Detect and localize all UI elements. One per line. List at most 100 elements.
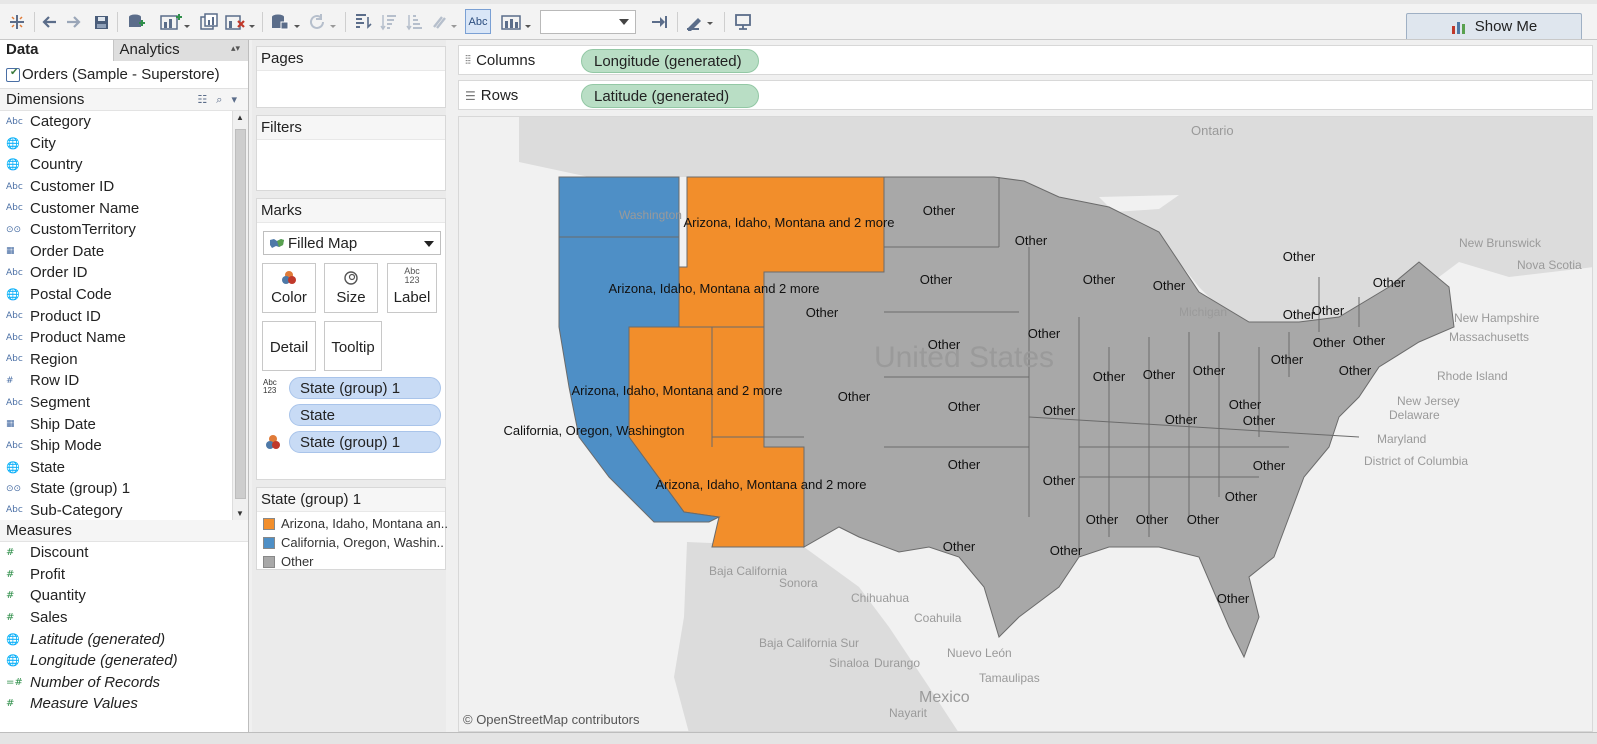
field-name: Customer ID [30, 178, 115, 196]
measure-field[interactable]: 🌐 Latitude (generated) [0, 628, 248, 650]
mark-type-dropdown[interactable]: Filled Map [263, 231, 441, 255]
measure-field[interactable]: # Measure Values [0, 693, 248, 715]
new-datasource-icon[interactable] [124, 10, 148, 34]
color-button[interactable]: Color [262, 263, 316, 313]
dimension-field[interactable]: ▦ Ship Date [0, 413, 248, 435]
legend-item-orange[interactable]: Arizona, Idaho, Montana an.. [263, 516, 448, 531]
dimensions-tools[interactable]: ☷ ⌕ ▾ [197, 93, 240, 107]
mark-pill-detail[interactable]: State [289, 404, 441, 426]
legend-item-other[interactable]: Other [263, 554, 314, 569]
measure-field[interactable]: =# Number of Records [0, 672, 248, 694]
field-name: Order ID [30, 264, 88, 282]
dimension-field[interactable]: 🌐 Postal Code [0, 284, 248, 306]
dimension-field[interactable]: Abc Category [0, 111, 248, 133]
filters-card[interactable]: Filters [256, 115, 446, 191]
undo-icon[interactable] [38, 10, 60, 34]
state-group-label: Other [1243, 413, 1276, 428]
rows-shelf[interactable]: ☰ Rows Latitude (generated) [458, 80, 1593, 110]
legend-item-label: California, Oregon, Washin.. [281, 535, 444, 550]
refresh-icon[interactable] [306, 10, 340, 34]
measure-field[interactable]: # Discount [0, 542, 248, 564]
new-worksheet-icon[interactable] [158, 10, 192, 34]
sort-descending-icon[interactable] [404, 10, 426, 34]
mark-pill-label[interactable]: State (group) 1 [289, 377, 441, 399]
dimension-field[interactable]: Abc Order ID [0, 262, 248, 284]
columns-shelf[interactable]: ⦙⦙⦙ Columns Longitude (generated) [458, 45, 1593, 75]
dimension-field[interactable]: 🌐 City [0, 133, 248, 155]
map-canvas[interactable]: Ontario Washington New Brunswick Nova Scoti… [459, 117, 1593, 732]
dimension-field[interactable]: 🌐 Country [0, 154, 248, 176]
dimensions-title: Dimensions [6, 91, 85, 108]
columns-pill[interactable]: Longitude (generated) [581, 49, 759, 73]
clear-sheet-icon[interactable] [223, 10, 257, 34]
geo-label-baja-california-sur: Baja California Sur [759, 636, 859, 650]
label-button[interactable]: Abc 123 Label [387, 263, 437, 313]
dimension-field[interactable]: ▦ Order Date [0, 241, 248, 263]
geo-label-michigan: Michigan [1179, 305, 1227, 319]
pages-card[interactable]: Pages [256, 46, 446, 108]
measure-field[interactable]: # Sales [0, 607, 248, 629]
datasource-icon [6, 67, 20, 82]
duplicate-sheet-icon[interactable] [198, 10, 220, 34]
scroll-down-icon[interactable]: ▼ [236, 509, 244, 518]
save-icon[interactable] [90, 10, 112, 34]
dimension-field[interactable]: Abc Segment [0, 392, 248, 414]
fit-width-icon[interactable] [500, 10, 534, 34]
tableau-logo-icon[interactable] [6, 10, 28, 34]
marks-title: Marks [257, 199, 445, 223]
legend-item-blue[interactable]: California, Oregon, Washin.. [263, 535, 444, 550]
map-credit[interactable]: © OpenStreetMap contributors [463, 712, 640, 727]
state-group-label: Other [1028, 326, 1061, 341]
map-view[interactable]: Ontario Washington New Brunswick Nova Scoti… [458, 116, 1593, 732]
dimension-field[interactable]: Abc Region [0, 349, 248, 371]
group-members-icon[interactable] [430, 10, 460, 34]
pause-updates-icon[interactable] [268, 10, 302, 34]
field-name: State (group) 1 [30, 480, 131, 498]
geographic-icon: 🌐 [6, 460, 20, 474]
sort-ascending-icon[interactable] [378, 10, 400, 34]
highlight-icon[interactable] [684, 10, 718, 34]
dimension-field[interactable]: ⊙⊙ CustomTerritory [0, 219, 248, 241]
size-button[interactable]: Size [324, 263, 378, 313]
field-name: City [30, 134, 56, 152]
dimension-field[interactable]: Abc Ship Mode [0, 435, 248, 457]
string-type-icon: Abc [6, 440, 23, 451]
mark-type-label: Filled Map [288, 234, 358, 252]
dimension-field[interactable]: 🌐 State [0, 457, 248, 479]
color-label: Color [271, 289, 307, 306]
dimension-field[interactable]: Abc Sub-Category [0, 500, 248, 520]
presentation-mode-icon[interactable] [732, 10, 754, 34]
state-group-label: Other [943, 539, 976, 554]
rows-pill[interactable]: Latitude (generated) [581, 84, 759, 108]
dimension-field[interactable]: Abc Customer Name [0, 197, 248, 219]
dimension-field[interactable]: Abc Customer ID [0, 176, 248, 198]
datasource-item[interactable]: Orders (Sample - Superstore) [0, 61, 248, 89]
scroll-thumb[interactable] [235, 129, 246, 499]
scroll-up-icon[interactable]: ▲ [236, 113, 244, 122]
show-mark-labels-button[interactable]: Abc [465, 9, 491, 34]
separator [677, 12, 678, 32]
dimensions-scrollbar[interactable]: ▲ ▼ [232, 111, 248, 520]
mark-pill-color[interactable]: State (group) 1 [289, 431, 441, 453]
swap-rows-columns-icon[interactable] [352, 10, 374, 34]
redo-icon[interactable] [63, 10, 85, 34]
detail-button[interactable]: Detail [262, 321, 316, 371]
string-type-icon: Abc [6, 354, 23, 365]
tooltip-button[interactable]: Tooltip [324, 321, 382, 371]
state-group-label: Other [1086, 512, 1119, 527]
measure-field[interactable]: # Quantity [0, 585, 248, 607]
show-me-button[interactable]: Show Me [1406, 13, 1582, 39]
fit-dropdown[interactable] [540, 10, 636, 34]
dimension-field[interactable]: Abc Product ID [0, 305, 248, 327]
measure-field[interactable]: # Profit [0, 564, 248, 586]
pane-menu-icon[interactable]: ▴▾ [231, 43, 240, 54]
fix-axes-icon[interactable] [648, 10, 670, 34]
dimension-field[interactable]: # Row ID [0, 370, 248, 392]
dimension-field[interactable]: Abc Product Name [0, 327, 248, 349]
state-group-label: Other [1373, 275, 1406, 290]
legend-item-label: Arizona, Idaho, Montana an.. [281, 516, 448, 531]
tab-analytics[interactable]: Analytics ▴▾ [113, 40, 248, 61]
dimension-field[interactable]: ⊙⊙ State (group) 1 [0, 478, 248, 500]
tab-data[interactable]: Data [0, 40, 114, 61]
measure-field[interactable]: 🌐 Longitude (generated) [0, 650, 248, 672]
